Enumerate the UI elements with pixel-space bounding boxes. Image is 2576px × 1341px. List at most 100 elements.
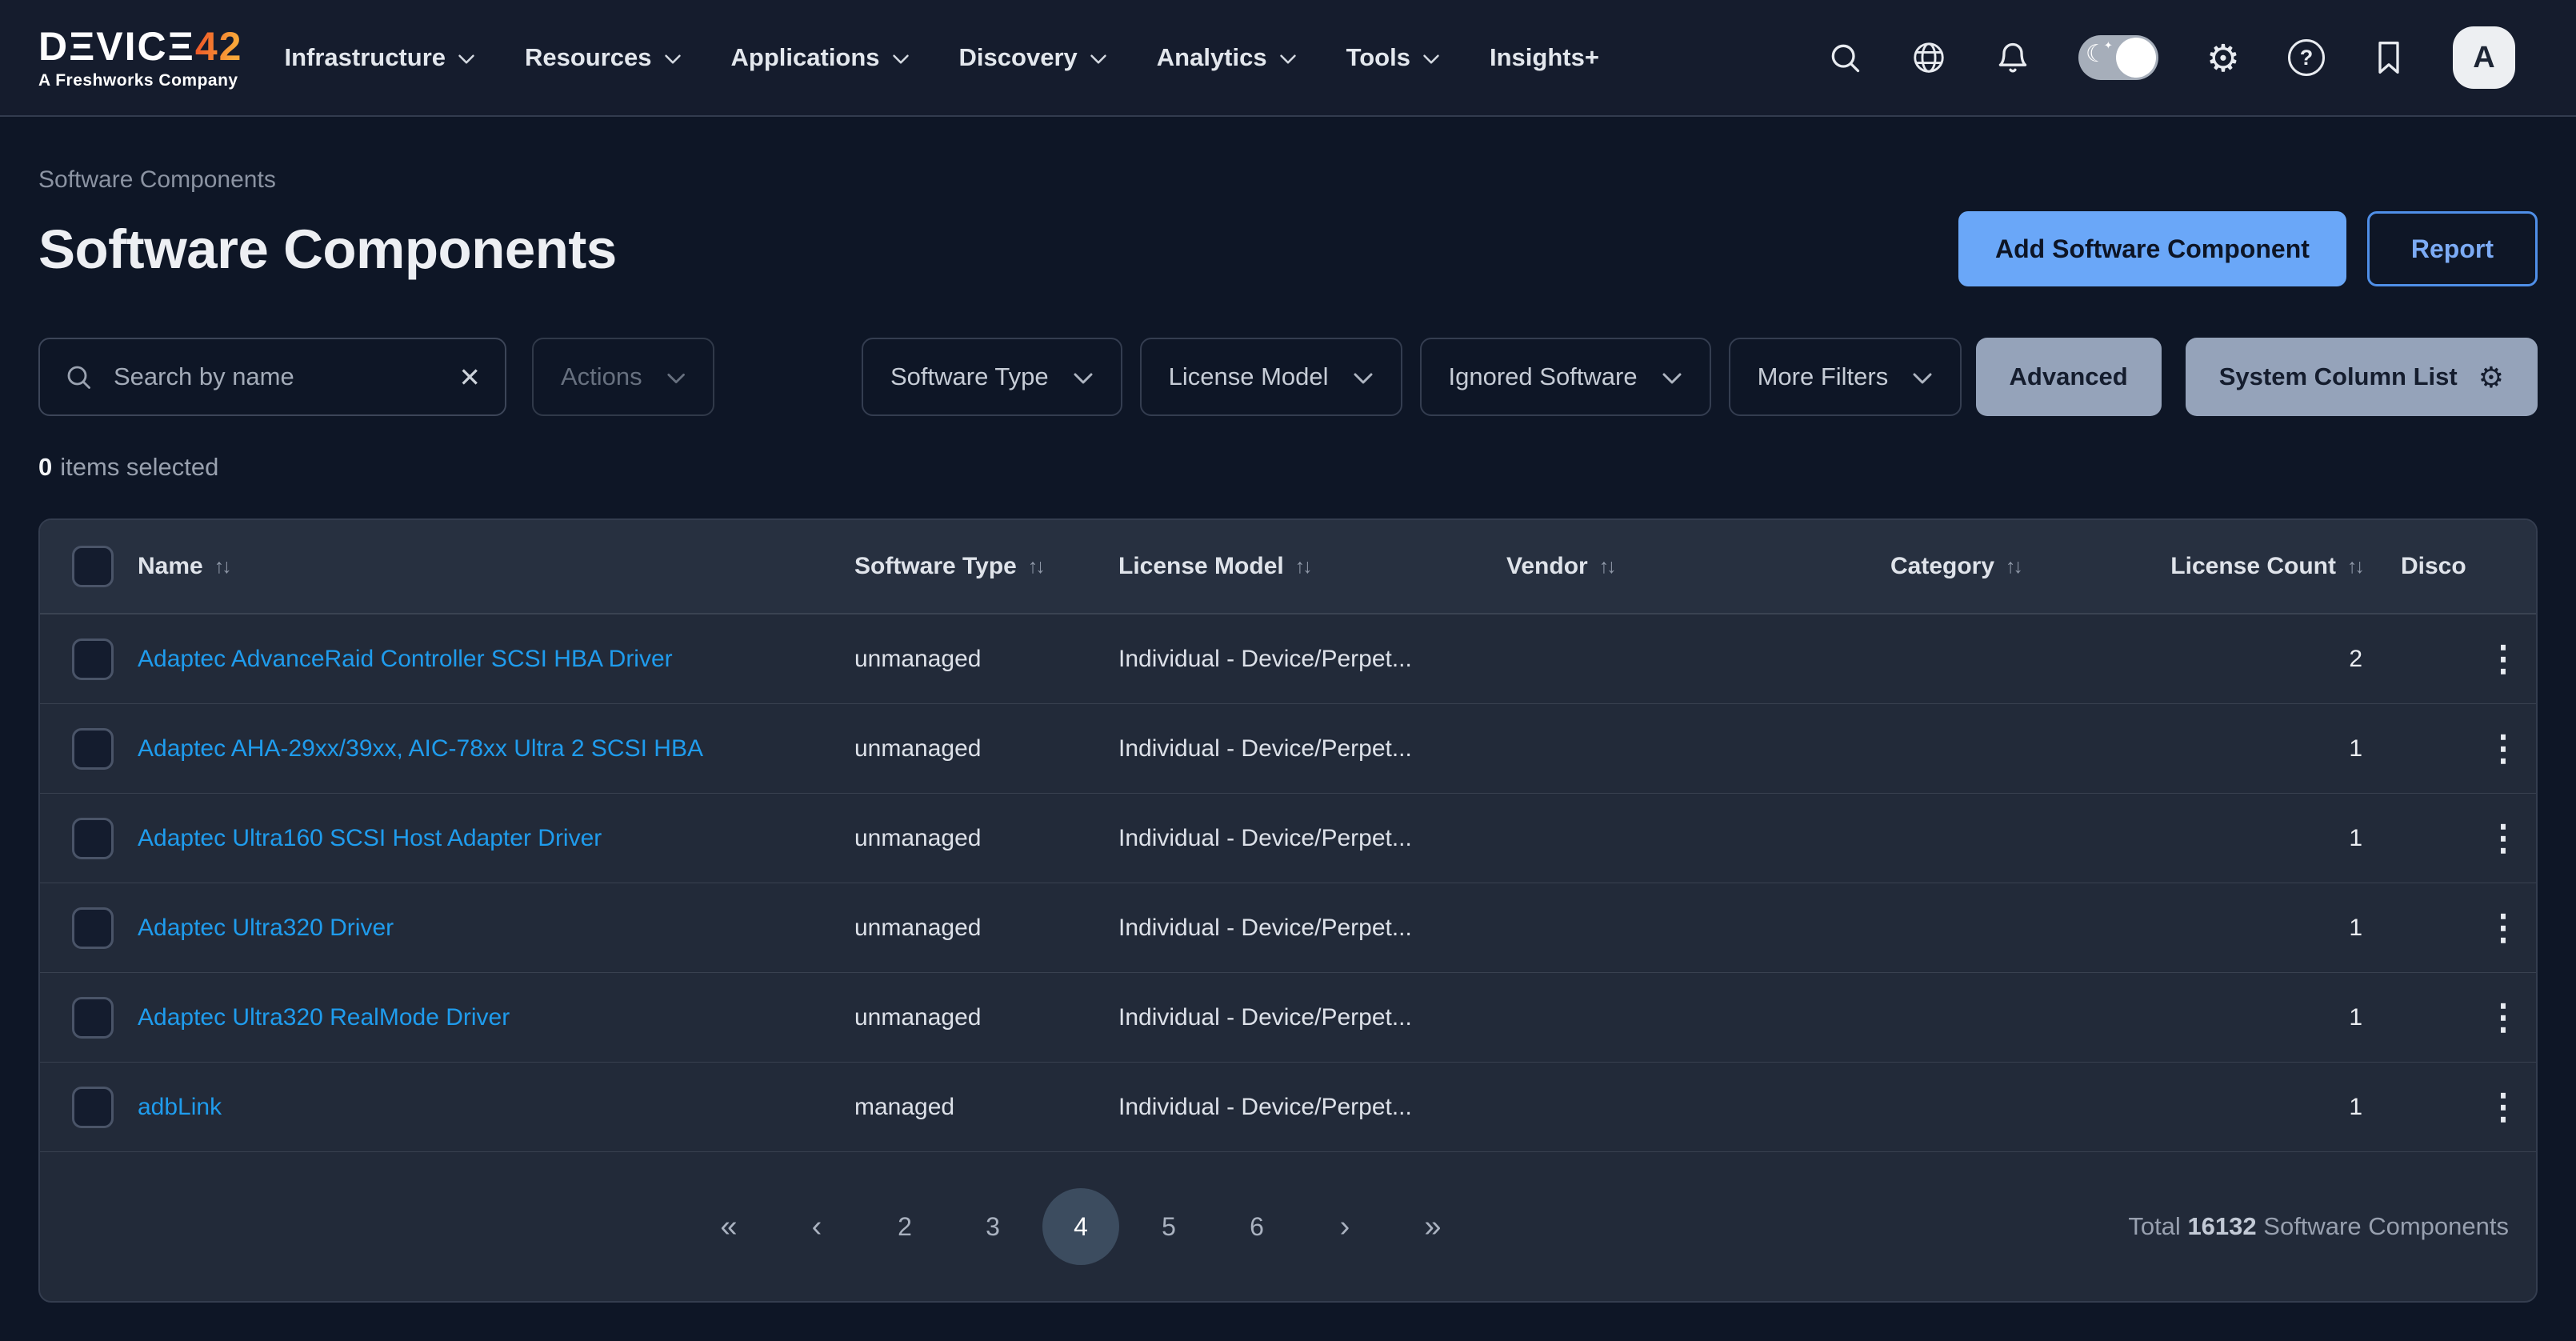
software-name-link[interactable]: Adaptec AdvanceRaid Controller SCSI HBA … [138,646,673,673]
help-icon[interactable]: ? [2288,39,2325,76]
nav-item-insights[interactable]: Insights+ [1490,43,1599,72]
advanced-button[interactable]: Advanced [1976,338,2162,416]
dark-mode-toggle[interactable]: ☾ ✦ [2078,35,2158,80]
main-menu: Infrastructure Resources Applications Disco… [284,43,1598,72]
kebab-menu-icon[interactable]: ⋮ [2486,642,2521,677]
pagination-prev[interactable]: ‹ [773,1188,861,1265]
software-name-link[interactable]: Adaptec Ultra160 SCSI Host Adapter Drive… [138,825,602,852]
column-header-vendor[interactable]: Vendor ↑↓ [1506,553,1890,580]
actions-dropdown[interactable]: Actions [532,338,714,416]
license-count-value: 1 [2349,1094,2362,1121]
search-input-icon [64,362,93,391]
column-header-license-model[interactable]: License Model ↑↓ [1118,553,1506,580]
system-column-list-button[interactable]: System Column List ⚙ [2186,338,2538,416]
row-checkbox[interactable] [72,907,114,949]
notifications-bell-icon[interactable] [1995,40,2030,75]
select-all-checkbox[interactable] [72,546,114,587]
software-name-link[interactable]: Adaptec Ultra320 Driver [138,915,394,942]
add-software-component-button[interactable]: Add Software Component [1958,211,2346,286]
pagination-page-4[interactable]: 4 [1042,1188,1119,1265]
software-name-link[interactable]: Adaptec Ultra320 RealMode Driver [138,1004,510,1031]
breadcrumb[interactable]: Software Components [38,166,2538,194]
software-type-cell: managed [854,1094,1118,1121]
pagination-page-5[interactable]: 5 [1125,1188,1213,1265]
nav-item-applications[interactable]: Applications [731,43,910,72]
column-title: Disco [2401,553,2466,580]
column-header-name[interactable]: Name↑↓ [138,553,854,580]
search-box[interactable]: ✕ [38,338,506,416]
nav-item-discovery[interactable]: Discovery [959,43,1107,72]
sort-icon[interactable]: ↑↓ [1028,555,1043,578]
row-checkbox[interactable] [72,997,114,1039]
license-model-value: Individual - Device/Perpet... [1118,825,1412,852]
pagination-first[interactable]: « [685,1188,773,1265]
pagination-page-3[interactable]: 3 [949,1188,1037,1265]
sort-icon[interactable]: ↑↓ [2006,555,2021,578]
column-header-software-type[interactable]: Software Type↑↓ [854,553,1118,580]
report-button[interactable]: Report [2367,211,2538,286]
table-header-row: Name↑↓Software Type↑↓License Model↑↓Vend… [40,520,2536,614]
column-header-category[interactable]: Category↑↓ [1890,553,2096,580]
license-model-value: Individual - Device/Perpet... [1118,915,1412,942]
pagination-page-2[interactable]: 2 [861,1188,949,1265]
kebab-menu-icon[interactable]: ⋮ [2486,821,2521,856]
brand-wordmark: DΞVICΞ42 [38,26,242,66]
nav-item-infrastructure[interactable]: Infrastructure [284,43,475,72]
software-name-link[interactable]: adbLink [138,1094,222,1121]
filter-more-filters[interactable]: More Filters [1729,338,1962,416]
filter-software-type[interactable]: Software Type [862,338,1122,416]
user-avatar[interactable]: A [2453,26,2515,89]
column-header-license-count[interactable]: License Count↑↓ [2096,553,2362,580]
search-icon[interactable] [1827,40,1862,75]
license-model-cell: Individual - Device/Perpet... [1118,646,1506,673]
nav-item-analytics[interactable]: Analytics [1157,43,1297,72]
device42-logo[interactable]: DΞVICΞ42 A Freshworks Company [38,26,242,89]
toggle-knob [2116,38,2156,78]
row-actions-cell: ⋮ [2470,642,2536,677]
row-checkbox[interactable] [72,728,114,770]
filter-license-model[interactable]: License Model [1140,338,1402,416]
settings-gear-icon[interactable]: ⚙ [2206,39,2240,77]
kebab-menu-icon[interactable]: ⋮ [2486,731,2521,767]
nav-item-resources[interactable]: Resources [525,43,682,72]
column-title: Vendor [1506,553,1588,580]
chevron-down-icon [1662,372,1682,385]
license-count-cell: 1 [2096,1094,2362,1121]
column-header-disco[interactable]: Disco [2362,553,2470,580]
sort-icon[interactable]: ↑↓ [1599,555,1614,578]
pagination-next[interactable]: › [1301,1188,1389,1265]
name-cell: Adaptec Ultra160 SCSI Host Adapter Drive… [138,825,854,852]
license-model-cell: Individual - Device/Perpet... [1118,915,1506,942]
nav-item-tools[interactable]: Tools [1346,43,1440,72]
filter-ignored-software[interactable]: Ignored Software [1420,338,1711,416]
license-count-value: 2 [2349,646,2362,673]
column-header-label: Name↑↓ [138,553,230,580]
globe-icon[interactable] [1910,39,1947,76]
pagination-page-6[interactable]: 6 [1213,1188,1301,1265]
sort-icon[interactable]: ↑↓ [214,555,230,578]
row-checkbox[interactable] [72,638,114,680]
brand-tagline: A Freshworks Company [38,72,242,89]
pagination-last[interactable]: » [1389,1188,1477,1265]
kebab-menu-icon[interactable]: ⋮ [2486,1000,2521,1035]
column-header-label: License Model ↑↓ [1118,553,1310,580]
column-settings-gear-icon: ⚙ [2478,363,2504,392]
clear-search-icon[interactable]: ✕ [458,364,481,390]
bookmark-icon[interactable] [2373,40,2405,75]
system-column-list-label: System Column List [2219,362,2458,391]
search-input[interactable] [112,362,439,392]
sort-icon[interactable]: ↑↓ [1295,555,1310,578]
table-row: adbLinkmanagedIndividual - Device/Perpet… [40,1063,2536,1152]
table-row: Adaptec Ultra320 DriverunmanagedIndividu… [40,883,2536,973]
kebab-menu-icon[interactable]: ⋮ [2486,1090,2521,1125]
software-name-link[interactable]: Adaptec AHA-29xx/39xx, AIC-78xx Ultra 2 … [138,735,703,763]
kebab-menu-icon[interactable]: ⋮ [2486,911,2521,946]
column-title: License Model [1118,553,1284,580]
license-model-cell: Individual - Device/Perpet... [1118,825,1506,852]
filter-label: More Filters [1758,362,1889,391]
row-checkbox[interactable] [72,1087,114,1128]
name-cell: Adaptec AdvanceRaid Controller SCSI HBA … [138,646,854,673]
sort-icon[interactable]: ↑↓ [2347,555,2362,578]
filter-group: Software TypeLicense ModelIgnored Softwa… [862,338,1962,416]
row-checkbox[interactable] [72,818,114,859]
